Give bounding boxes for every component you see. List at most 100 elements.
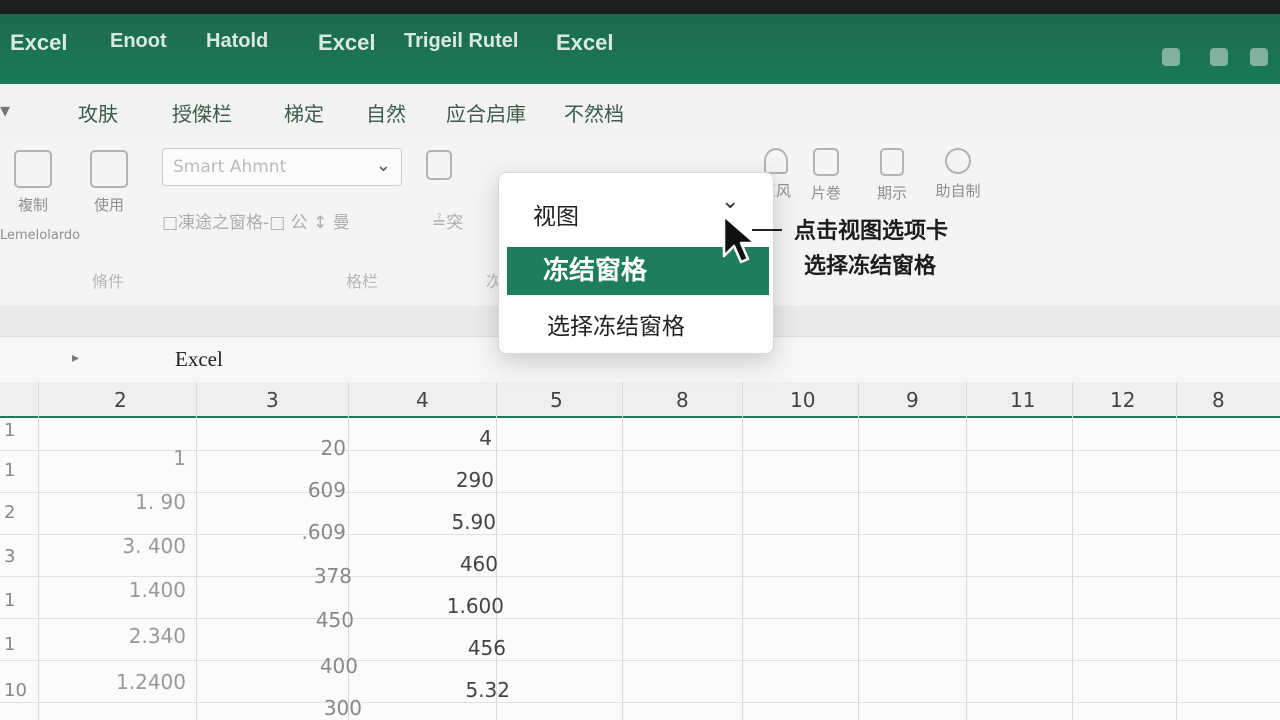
cell[interactable]: 460 [400, 552, 498, 576]
namebox-chevron-icon[interactable]: ▸ [72, 350, 79, 366]
style-combo[interactable]: Smart Ahmnt ⌄ [162, 148, 402, 186]
gear-icon [945, 148, 971, 174]
formula-content[interactable]: Excel [175, 347, 223, 372]
grid-line [858, 382, 859, 720]
group-label-2: 格栏 [346, 272, 379, 291]
use-button[interactable]: 使用 [86, 150, 132, 215]
sheet-button[interactable]: 片巻 [806, 148, 846, 203]
minimize-icon[interactable] [1162, 48, 1180, 66]
cell[interactable]: 1.600 [400, 594, 504, 618]
column-header[interactable]: 3 [266, 388, 279, 412]
cell[interactable]: 1. 90 [100, 490, 186, 514]
app-tab-6[interactable]: Excel [556, 30, 614, 56]
row-header[interactable]: 1 [4, 590, 15, 611]
clipboard-icon [14, 150, 52, 188]
row-header[interactable]: 1 [4, 420, 15, 441]
cell[interactable]: 450 [260, 608, 354, 632]
display-button[interactable]: 期示 [872, 148, 912, 203]
select-freeze-panes-item[interactable]: 选择冻结窗格 [547, 307, 685, 341]
copy-button[interactable]: 複制 [10, 150, 56, 215]
column-header-row [0, 382, 1280, 418]
grid-line [0, 618, 1280, 619]
cell[interactable]: 5.90 [400, 510, 496, 534]
title-bar: Excel Enoot Hatold Excel Trigeil Rutel E… [0, 0, 1280, 84]
maximize-icon[interactable] [1210, 48, 1228, 66]
grid-line [0, 576, 1280, 577]
spreadsheet-grid[interactable] [0, 382, 1280, 720]
column-header[interactable]: 5 [550, 388, 563, 412]
row-header[interactable]: 1 [4, 634, 15, 655]
column-header[interactable]: 2 [114, 388, 127, 412]
ribbon-freeze-row[interactable]: □凍途之窗格-□ 公 ↕ 曼 [162, 208, 350, 233]
annotation-line [752, 229, 782, 231]
app-tab-3[interactable]: Hatold [206, 30, 268, 53]
grid-line [742, 382, 743, 720]
mouse-cursor-icon [722, 214, 757, 264]
grid-line [1176, 382, 1177, 720]
cell[interactable]: 456 [400, 636, 506, 660]
cell[interactable]: 290 [400, 468, 494, 492]
app-tab-1[interactable]: Excel [10, 30, 68, 56]
column-header[interactable]: 10 [790, 388, 815, 412]
grid-line [496, 382, 497, 720]
grid-line [0, 660, 1280, 661]
cell[interactable]: 20 [260, 436, 346, 460]
cell[interactable]: 300 [260, 696, 362, 720]
cell[interactable]: 5.32 [400, 678, 510, 702]
cell[interactable]: .609 [260, 520, 346, 544]
row-header[interactable]: 10 [4, 680, 27, 701]
annotation-text: 选择冻结窗格 [804, 254, 937, 279]
close-icon[interactable] [1250, 48, 1268, 66]
cell[interactable]: 378 [260, 564, 352, 588]
cell[interactable]: 1.2400 [100, 670, 186, 694]
column-header[interactable]: 8 [676, 388, 689, 412]
grid-line [1072, 382, 1073, 720]
cell[interactable]: 1 [100, 446, 186, 470]
menu-item-2[interactable]: 授傑栏 [172, 98, 232, 127]
cell[interactable]: 609 [260, 478, 346, 502]
column-header[interactable]: 12 [1110, 388, 1135, 412]
ribbon-tabs: ▾ 攻肤 授傑栏 梯定 自然 应合启庫 不然档 [0, 84, 1280, 136]
row-header[interactable]: 1 [4, 460, 15, 481]
chevron-down-icon[interactable]: ⌄ [376, 155, 391, 176]
view-tab[interactable]: 视图 [533, 197, 579, 231]
chevron-down-icon[interactable]: ⌄ [721, 189, 739, 214]
cell[interactable]: 4 [400, 426, 492, 450]
cell[interactable]: 2.340 [100, 624, 186, 648]
menu-item-6[interactable]: 不然档 [564, 98, 624, 127]
menu-chevron-icon[interactable]: ▾ [0, 98, 10, 122]
document-icon [90, 150, 128, 188]
column-header[interactable]: 11 [1010, 388, 1035, 412]
menu-item-3[interactable]: 梯定 [284, 98, 324, 127]
row-header[interactable]: 3 [4, 546, 15, 567]
cell[interactable]: 400 [260, 654, 358, 678]
grid-line [0, 534, 1280, 535]
menu-item-1[interactable]: 攻肤 [78, 98, 118, 127]
grid-line [0, 492, 1280, 493]
ribbon-sublabel: Lemelolardo [0, 228, 81, 243]
notes-button[interactable] [424, 150, 454, 186]
grid-line [622, 382, 623, 720]
app-tab-4[interactable]: Excel [318, 30, 376, 56]
auto-button[interactable]: 助自制 [928, 148, 988, 201]
cell[interactable]: 3. 400 [100, 534, 186, 558]
grid-line [38, 382, 39, 720]
display-icon [880, 148, 904, 176]
book-icon [813, 148, 839, 176]
row-header[interactable]: 2 [4, 502, 15, 523]
column-header[interactable]: 4 [416, 388, 429, 412]
app-tab-5[interactable]: Trigeil Rutel [404, 30, 518, 53]
grid-line [966, 382, 967, 720]
annotation-text: 点击视图选项卡 [794, 219, 949, 244]
app-tab-2[interactable]: Enoot [110, 30, 167, 53]
column-header[interactable]: 9 [906, 388, 919, 412]
shape-icon [764, 148, 788, 174]
grid-line [0, 450, 1280, 451]
menu-item-4[interactable]: 自然 [366, 98, 406, 127]
grid-line [196, 382, 197, 720]
menu-item-5[interactable]: 应合启庫 [446, 98, 526, 127]
column-header[interactable]: 8 [1212, 388, 1225, 412]
grid-line [0, 702, 1280, 703]
ribbon-small-tool[interactable]: ≟突 [432, 208, 463, 233]
cell[interactable]: 1.400 [100, 578, 186, 602]
